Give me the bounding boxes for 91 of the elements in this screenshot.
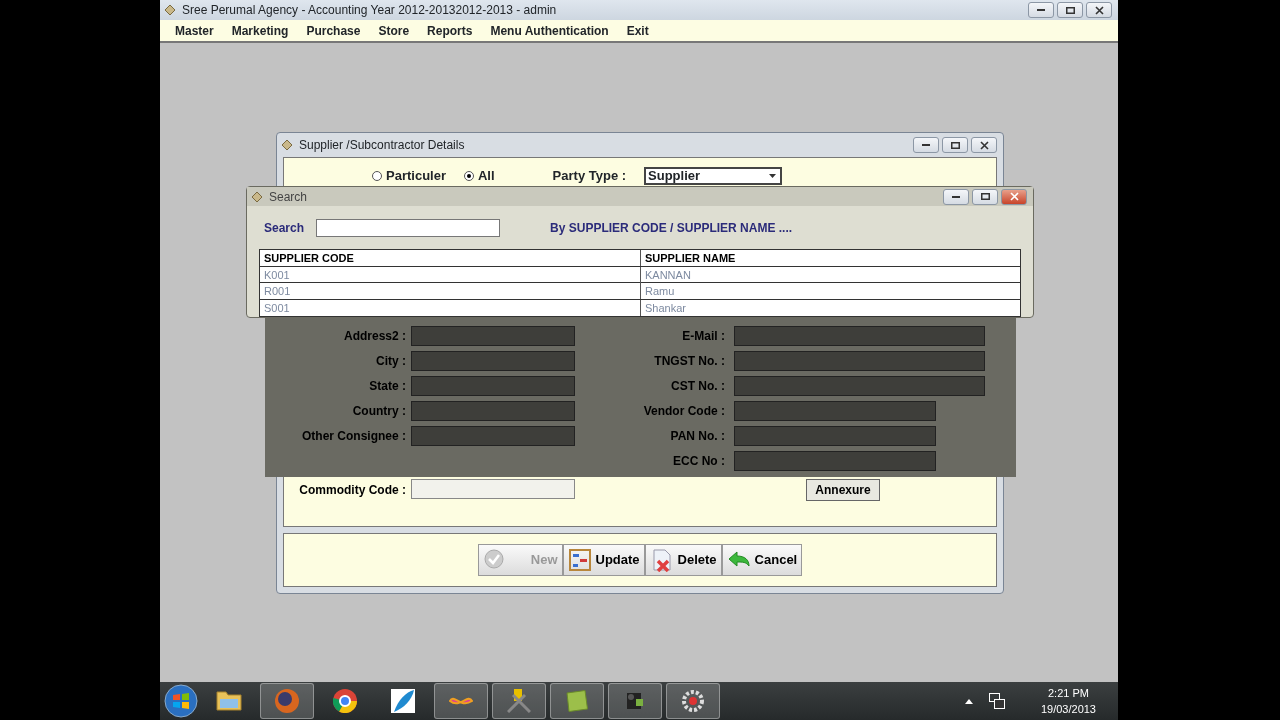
minimize-button[interactable] [1028, 2, 1054, 18]
input-field[interactable] [411, 426, 575, 446]
input-field[interactable] [734, 451, 936, 471]
maximize-button[interactable] [1057, 2, 1083, 18]
camera-icon [627, 693, 643, 709]
field-label: Address2 : [342, 328, 407, 345]
network-icon [988, 693, 1005, 709]
input-field[interactable] [734, 376, 985, 396]
action-button[interactable]: Delete [644, 544, 722, 576]
app-icon [251, 190, 263, 203]
clock-time: 2:21 PM [1047, 686, 1090, 701]
input-field[interactable] [411, 479, 575, 499]
table-cell-text: K001 [263, 267, 291, 283]
action-button[interactable]: Cancel [721, 544, 803, 576]
field-label: State : [368, 378, 407, 395]
gear-icon [682, 690, 704, 712]
menu-item[interactable]: Reports [426, 21, 482, 40]
globe-icon [275, 689, 299, 713]
party-type-dropdown[interactable]: Supplier [644, 167, 783, 185]
app-icon [164, 4, 176, 16]
sheet-icon [566, 690, 588, 712]
dialog-title: Supplier /Subcontractor Details [299, 137, 465, 154]
minimize-button[interactable] [913, 137, 939, 153]
field-label: TNGST No. : [653, 353, 726, 370]
column-header: SUPPLIER NAME [640, 250, 1020, 266]
radio-option[interactable]: All [464, 166, 495, 186]
close-button[interactable] [971, 137, 997, 153]
close-icon [1094, 5, 1104, 15]
menu-item[interactable]: Menu Authentication [489, 21, 618, 40]
menu-item[interactable]: Store [377, 21, 419, 40]
maximize-icon [980, 193, 990, 201]
table-cell-text: S001 [263, 300, 291, 316]
folder-icon [216, 691, 242, 711]
maximize-icon [950, 141, 960, 149]
caret-icon [769, 174, 777, 178]
menu-item[interactable]: Master [174, 21, 223, 40]
app-icon [281, 139, 293, 151]
minimize-icon [1037, 9, 1045, 11]
radio-option[interactable]: Particuler [372, 166, 446, 186]
table-cell-text: R001 [263, 284, 292, 299]
menu-item[interactable]: Exit [625, 21, 658, 40]
search-hint: By SUPPLIER CODE / SUPPLIER NAME .... [550, 219, 793, 237]
input-field[interactable] [411, 401, 575, 421]
search-field[interactable] [316, 218, 501, 237]
window-title: Sree Perumal Agency - Accounting Year 2012-20132012-2013 - admin [182, 2, 557, 19]
field-label: CST No. : [670, 378, 726, 395]
table-cell: Shankar [640, 299, 1020, 316]
close-icon [979, 140, 989, 150]
taskbar-app[interactable] [666, 683, 720, 719]
check-icon [482, 548, 507, 572]
taskbar-app[interactable] [608, 683, 662, 719]
table-cell: KANNAN [640, 266, 1020, 283]
field-label: Vendor Code : [642, 403, 726, 420]
column-header: SUPPLIER CODE [263, 251, 355, 266]
input-field[interactable] [411, 351, 575, 371]
input-field[interactable] [734, 401, 936, 421]
action-button[interactable]: Update [562, 544, 645, 576]
minimize-icon [952, 195, 960, 198]
field-label: PAN No. : [669, 428, 726, 445]
close-button[interactable] [1086, 2, 1112, 18]
menu-item[interactable]: Marketing [230, 21, 298, 40]
dialog-title: Search [269, 188, 308, 206]
field-label: Commodity Code : [298, 482, 407, 499]
field-label: City : [375, 353, 407, 370]
start-icon [164, 684, 198, 718]
field-label: Party Type : [552, 167, 627, 186]
maximize-button[interactable] [942, 137, 968, 153]
close-icon [1009, 192, 1019, 202]
field-label: ECC No : [672, 453, 726, 470]
minimize-icon [922, 144, 930, 146]
chrome-icon [333, 689, 357, 713]
feather-icon [391, 689, 415, 713]
table-cell: Ramu [640, 283, 1020, 299]
input-field[interactable] [411, 376, 575, 396]
input-field[interactable] [411, 326, 575, 346]
menu-item[interactable]: Purchase [305, 21, 370, 40]
tools-icon [507, 689, 531, 713]
input-field[interactable] [734, 426, 936, 446]
field-label: E-Mail : [681, 328, 726, 345]
arrow-up-icon [964, 698, 973, 704]
maximize-icon [1065, 6, 1075, 14]
minimize-button[interactable] [943, 188, 969, 205]
clock-date: 19/03/2013 [1040, 702, 1096, 717]
field-label: Country : [351, 403, 407, 420]
maximize-button[interactable] [972, 188, 998, 205]
search-label: Search [264, 219, 305, 237]
abacus-icon [567, 548, 592, 572]
input-field[interactable] [734, 351, 985, 371]
input-field[interactable] [734, 326, 985, 346]
field-label: Other Consignee : [301, 428, 407, 445]
annexure-button[interactable]: Annexure [806, 479, 880, 501]
